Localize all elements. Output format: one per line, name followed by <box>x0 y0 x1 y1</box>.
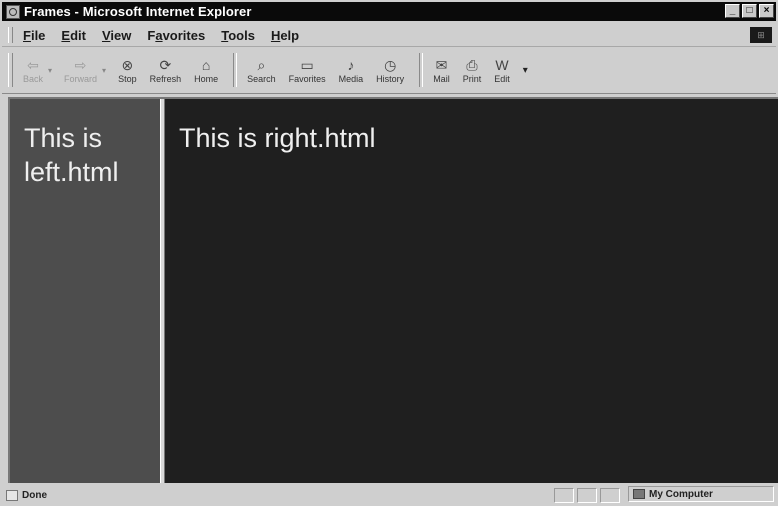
media-icon: ♪ <box>347 56 355 73</box>
close-button[interactable]: × <box>759 4 774 18</box>
status-text: Done <box>22 489 47 501</box>
home-icon: ⌂ <box>201 56 211 73</box>
standard-toolbar: ⇦ Back ▾ ⇨ Forward ▾ ⊗ Stop ⟳ Refresh ⌂ … <box>2 47 776 94</box>
zone-text: My Computer <box>649 488 713 500</box>
menu-favorites[interactable]: Favorites <box>147 28 205 43</box>
title-bar[interactable]: Frames - Microsoft Internet Explorer _ □… <box>2 2 776 21</box>
favorites-button[interactable]: ▭ Favorites <box>289 56 326 85</box>
forward-button[interactable]: ⇨ Forward <box>64 56 97 85</box>
edit-icon: W <box>495 56 509 73</box>
toolbar-options-arrow[interactable]: ▾ <box>523 65 528 76</box>
favorites-folder-icon: ▭ <box>300 56 314 73</box>
browser-window: Frames - Microsoft Internet Explorer _ □… <box>0 0 778 506</box>
back-arrow-icon: ⇦ <box>27 56 39 73</box>
search-icon: ⌕ <box>257 56 266 73</box>
status-panel <box>554 487 574 503</box>
back-button[interactable]: ⇦ Back <box>23 56 43 85</box>
menu-help[interactable]: Help <box>271 28 299 43</box>
menu-bar: File Edit View Favorites Tools Help ⊞ <box>2 24 776 47</box>
page-done-icon <box>6 489 18 501</box>
status-panels <box>554 486 623 504</box>
history-icon: ◷ <box>384 56 397 73</box>
print-icon: ⎙ <box>466 56 478 73</box>
media-button[interactable]: ♪ Media <box>339 56 364 85</box>
forward-dropdown-arrow[interactable]: ▾ <box>102 66 106 75</box>
stop-button[interactable]: ⊗ Stop <box>118 56 137 85</box>
refresh-button[interactable]: ⟳ Refresh <box>150 56 182 85</box>
menu-tools[interactable]: Tools <box>221 28 255 43</box>
left-frame: This is left.html <box>10 99 160 483</box>
history-button[interactable]: ◷ History <box>376 56 404 85</box>
status-panel <box>600 487 620 503</box>
left-frame-text: This is left.html <box>24 123 119 187</box>
window-controls: _ □ × <box>725 4 774 18</box>
frameset-content: This is left.html This is right.html <box>8 97 778 483</box>
minimize-button[interactable]: _ <box>725 4 740 18</box>
internet-explorer-icon[interactable] <box>6 4 20 19</box>
forward-arrow-icon: ⇨ <box>74 56 87 73</box>
security-zone[interactable]: My Computer <box>628 486 774 502</box>
search-button[interactable]: ⌕ Search <box>247 56 276 85</box>
home-button[interactable]: ⌂ Home <box>194 56 218 85</box>
menu-bar-grip[interactable] <box>8 27 13 43</box>
mail-icon: ✉ <box>435 56 448 73</box>
menu-file[interactable]: File <box>23 28 45 43</box>
toolbar-separator <box>233 53 238 87</box>
print-button[interactable]: ⎙ Print <box>463 56 482 85</box>
maximize-button[interactable]: □ <box>742 4 757 18</box>
stop-icon: ⊗ <box>121 56 134 73</box>
windows-logo-throbber: ⊞ <box>750 27 772 43</box>
toolbar-grip[interactable] <box>8 53 13 87</box>
back-dropdown-arrow[interactable]: ▾ <box>48 66 52 75</box>
right-frame-text: This is right.html <box>179 123 376 153</box>
status-panel <box>577 487 597 503</box>
right-frame: This is right.html <box>165 99 778 483</box>
menu-edit[interactable]: Edit <box>61 28 86 43</box>
window-title: Frames - Microsoft Internet Explorer <box>24 4 252 19</box>
toolbar-separator <box>419 53 424 87</box>
computer-icon <box>633 489 645 499</box>
status-bar: Done My Computer <box>2 486 776 504</box>
refresh-icon: ⟳ <box>159 56 172 73</box>
menu-view[interactable]: View <box>102 28 131 43</box>
mail-button[interactable]: ✉ Mail <box>433 56 450 85</box>
edit-button[interactable]: W Edit <box>494 56 510 85</box>
